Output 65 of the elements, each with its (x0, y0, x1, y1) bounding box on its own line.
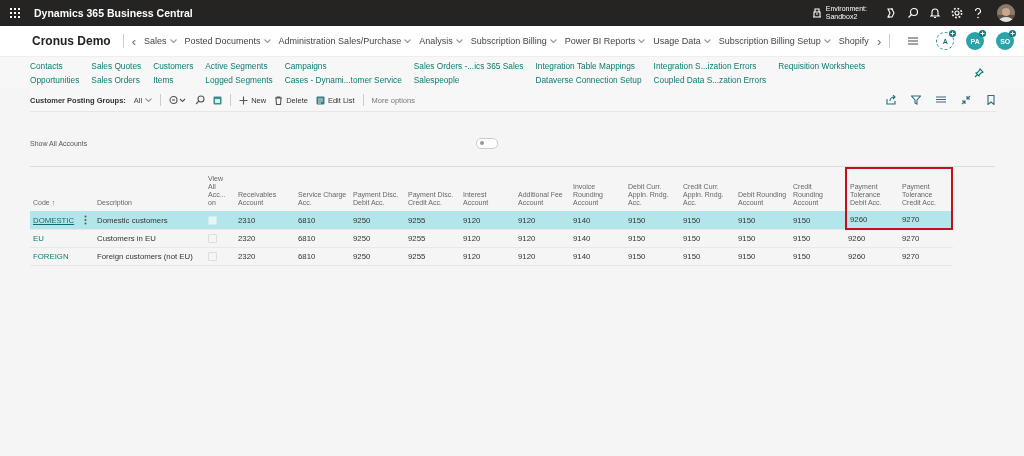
help-icon[interactable] (973, 7, 983, 19)
list-view-icon[interactable] (936, 95, 946, 105)
pin-icon[interactable] (974, 68, 984, 78)
nav-menu[interactable]: Subscription Billing Setup (718, 36, 831, 46)
nav-menu[interactable]: Power BI Reports (564, 36, 646, 46)
nav-link[interactable]: Cases - Dynami...tomer Service (284, 74, 402, 86)
edit-list-icon (315, 95, 325, 105)
chevron-down-icon (823, 39, 831, 43)
chevron-down-icon (703, 39, 711, 43)
nav-link[interactable]: Sales Orders -...ics 365 Sales (413, 60, 524, 72)
nav-link[interactable]: Coupled Data S...zation Errors (653, 74, 767, 86)
filter-icon[interactable] (911, 95, 921, 105)
nav-menu[interactable]: Sales (144, 36, 177, 46)
chevron-down-icon (404, 39, 412, 43)
copilot-menu-icon[interactable] (169, 95, 188, 105)
plus-badge-icon (949, 30, 957, 37)
app-launcher-icon[interactable] (10, 8, 20, 18)
menu-icon[interactable] (908, 37, 919, 45)
chevron-down-icon (549, 39, 557, 43)
plus-badge-icon (1009, 30, 1017, 37)
nav-link[interactable]: Active Segments (205, 60, 273, 72)
toggle-switch[interactable] (476, 137, 498, 149)
collapse-icon[interactable] (961, 95, 971, 105)
nav-link[interactable]: Campaigns (284, 60, 402, 72)
scroll-right-button[interactable]: › (876, 34, 882, 48)
nav-menu[interactable]: Posted Documents (184, 36, 271, 46)
nav-link[interactable]: Opportunities (30, 74, 80, 86)
nav-link[interactable]: Logged Segments (205, 74, 273, 86)
share-icon[interactable] (886, 95, 896, 105)
checkbox[interactable] (208, 252, 217, 262)
chevron-down-icon (263, 39, 271, 43)
chevron-down-icon (169, 39, 177, 43)
open-in-excel-icon[interactable] (213, 95, 223, 105)
nav-link[interactable]: Sales Orders (91, 74, 142, 86)
nav-link[interactable]: Salespeople (413, 74, 524, 86)
search-icon[interactable] (195, 95, 206, 105)
nav-link[interactable]: Integration Table Mappings (535, 60, 642, 72)
settings-icon[interactable] (951, 7, 963, 19)
bell-icon[interactable] (929, 7, 941, 19)
more-vertical-icon[interactable] (84, 215, 87, 225)
scroll-left-button[interactable]: ‹ (131, 34, 137, 48)
bookmark-icon[interactable] (986, 95, 996, 105)
nav-link[interactable]: Items (153, 74, 194, 86)
nav-menu[interactable]: Shopify (838, 36, 869, 46)
chevron-down-icon (455, 39, 463, 43)
plus-icon (239, 95, 249, 105)
nav-menu[interactable]: Usage Data (653, 36, 711, 46)
nav-link[interactable]: Requisition Worksheets (778, 60, 866, 72)
checkbox[interactable] (208, 234, 217, 244)
trash-icon (274, 95, 284, 105)
nav-link[interactable]: Contacts (30, 60, 80, 72)
nav-link[interactable]: Dataverse Connection Setup (535, 74, 642, 86)
app-name: Dynamics 365 Business Central (34, 7, 193, 19)
plus-badge-icon (979, 30, 987, 37)
nav-link[interactable]: Customers (153, 60, 194, 72)
chevron-down-icon (145, 98, 153, 102)
checkbox[interactable] (208, 215, 217, 225)
nav-menu[interactable]: Analysis (419, 36, 463, 46)
search-icon[interactable] (907, 7, 919, 19)
nav-menu[interactable]: Administration Sales/Purchase (278, 36, 412, 46)
chevron-down-icon (638, 39, 646, 43)
nav-link[interactable]: Integration S...ization Errors (653, 60, 767, 72)
nav-menu[interactable]: Subscription Billing (470, 36, 557, 46)
company-name[interactable]: Cronus Demo (32, 34, 111, 48)
nav-link[interactable]: Sales Quotes (91, 60, 142, 72)
